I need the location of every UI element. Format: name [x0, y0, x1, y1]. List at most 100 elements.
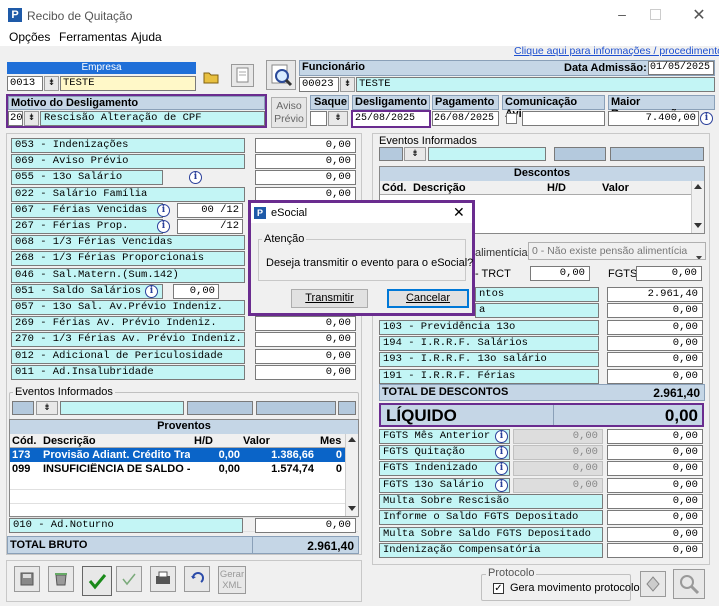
- bottom-row-value[interactable]: 0,00: [607, 543, 703, 559]
- fgts-value[interactable]: 0,00: [636, 266, 702, 281]
- comunicacao-checkbox[interactable]: [506, 113, 517, 124]
- left-row-value[interactable]: 0,00: [255, 364, 356, 380]
- table-row[interactable]: 173 Provisão Adiant. Crédito Trat 0,00 1.38…: [10, 448, 358, 462]
- comunicacao-field[interactable]: [522, 111, 605, 126]
- right-row-value[interactable]: 0,00: [607, 335, 703, 351]
- left-row-value[interactable]: 0,00: [255, 332, 356, 348]
- table-cell: 0: [335, 463, 342, 475]
- fgts-row-label: FGTS Indenizado: [379, 461, 510, 477]
- eventos-right-valor[interactable]: [610, 147, 704, 161]
- search-button[interactable]: [673, 569, 705, 599]
- esocial-dialog: P eSocial ✕ Atenção Deseja transmitir o …: [248, 200, 475, 316]
- right-row-value[interactable]: 0,00: [607, 319, 703, 335]
- left-row-value[interactable]: 0,00: [255, 170, 356, 186]
- close-window-button[interactable]: ✕: [690, 5, 708, 24]
- aviso-previo-button[interactable]: Aviso Prévio: [271, 97, 307, 128]
- left-row-value[interactable]: 0,00: [255, 316, 356, 332]
- table-cell: 1.386,66: [271, 449, 314, 461]
- fgts-row-value[interactable]: 0,00: [607, 477, 703, 493]
- undo-button[interactable]: [184, 566, 210, 592]
- fgts-row-value[interactable]: 0,00: [607, 445, 703, 461]
- confirm-button[interactable]: [82, 566, 112, 596]
- search-icon: [680, 575, 700, 595]
- dialog-close-button[interactable]: ✕: [453, 204, 465, 221]
- info-icon[interactable]: i: [495, 478, 508, 492]
- bottom-row-value[interactable]: 0,00: [607, 526, 703, 542]
- funcionario-lookup-button[interactable]: ⇟: [340, 77, 355, 92]
- info-icon[interactable]: i: [157, 220, 170, 233]
- bottom-row-value[interactable]: 0,00: [607, 494, 703, 509]
- eventos-right-code[interactable]: [379, 147, 403, 161]
- save-button[interactable]: [14, 566, 40, 592]
- eventos-left-lookup[interactable]: ⇟: [36, 401, 58, 415]
- funcionario-code[interactable]: 00023: [299, 77, 339, 92]
- motivo-code[interactable]: 20: [8, 111, 23, 126]
- cancelar-button[interactable]: Cancelar: [387, 289, 469, 308]
- right-row-label: 191 - I.R.R.F. Férias: [379, 368, 599, 384]
- descontos-scrollbar[interactable]: [691, 181, 704, 233]
- maior-remuneracao-info-icon[interactable]: i: [700, 112, 713, 125]
- eventos-right-hd[interactable]: [554, 147, 606, 161]
- trash-icon: [55, 573, 67, 586]
- minimize-button[interactable]: –: [612, 6, 632, 24]
- table-row[interactable]: 099 INSUFICIÊNCIA DE SALDO - CI 0,00 1.574,…: [10, 462, 358, 476]
- fgts-row-value[interactable]: 0,00: [607, 429, 703, 444]
- transmitir-button[interactable]: Transmitir: [291, 289, 368, 308]
- scroll-up-icon-r[interactable]: [694, 184, 702, 189]
- search-employee-button[interactable]: [266, 60, 296, 90]
- eventos-left-valor[interactable]: [256, 401, 336, 415]
- bottom-row-value[interactable]: 0,00: [607, 510, 703, 526]
- eventos-left-mes[interactable]: [338, 401, 356, 415]
- eventos-right-lookup[interactable]: ⇟: [404, 147, 426, 161]
- maior-remuneracao-value[interactable]: 7.400,00: [608, 111, 699, 126]
- total-bruto-divider: [252, 537, 253, 553]
- scroll-down-icon-r[interactable]: [694, 223, 702, 228]
- left-row-value[interactable]: 0,00: [255, 138, 356, 153]
- info-icon[interactable]: i: [157, 203, 170, 217]
- info-icon[interactable]: i: [495, 430, 508, 443]
- saque-dropdown[interactable]: ⇟: [328, 111, 348, 126]
- diamond-button[interactable]: [640, 571, 666, 597]
- eventos-left-code[interactable]: [12, 401, 34, 415]
- right-row-value[interactable]: 2.961,40: [607, 287, 703, 302]
- menu-ferramentas[interactable]: Ferramentas: [59, 30, 127, 44]
- pensao-select[interactable]: 0 - Não existe pensão alimentícia: [528, 242, 706, 260]
- left-row-value[interactable]: 0,00: [255, 348, 356, 364]
- table-cell: 099: [12, 463, 31, 475]
- pagamento-date[interactable]: 26/08/2025: [432, 111, 499, 126]
- menu-ajuda[interactable]: Ajuda: [131, 30, 162, 44]
- scroll-up-icon[interactable]: [348, 437, 356, 442]
- empresa-code[interactable]: 0013: [7, 76, 43, 91]
- admissao-date[interactable]: 01/05/2025: [648, 61, 714, 75]
- print-button[interactable]: [150, 566, 176, 592]
- gerar-xml-button[interactable]: Gerar XML: [218, 566, 246, 594]
- right-row-value[interactable]: 0,00: [607, 303, 703, 319]
- info-link[interactable]: Clique aqui para informações / procedime…: [514, 45, 719, 57]
- dialog-title: eSocial: [271, 207, 308, 219]
- right-row-value[interactable]: 0,00: [607, 368, 703, 384]
- open-folder-button[interactable]: [201, 67, 221, 87]
- protocolo-checkbox[interactable]: ✓: [493, 583, 504, 594]
- right-row-value[interactable]: 0,00: [607, 352, 703, 368]
- trct-label: - TRCT: [475, 268, 511, 280]
- desligamento-date[interactable]: 25/08/2025: [351, 110, 431, 128]
- proventos-scrollbar[interactable]: [345, 434, 358, 516]
- fgts-row-value[interactable]: 0,00: [607, 461, 703, 477]
- scroll-down-icon[interactable]: [348, 506, 356, 511]
- report-button[interactable]: [231, 64, 254, 87]
- check-button[interactable]: [116, 566, 142, 592]
- trct-value[interactable]: 0,00: [530, 266, 590, 281]
- saque-field[interactable]: [310, 111, 327, 126]
- delete-button[interactable]: [48, 566, 74, 592]
- eventos-left-hd[interactable]: [187, 401, 253, 415]
- info-icon[interactable]: i: [145, 284, 158, 298]
- motivo-lookup-button[interactable]: ⇟: [24, 111, 39, 126]
- empresa-lookup-button[interactable]: ⇟: [44, 76, 59, 91]
- left-row-value[interactable]: 0,00: [255, 154, 356, 170]
- pagamento-label: Pagamento: [432, 95, 499, 110]
- table-cell: 1.574,74: [271, 463, 314, 475]
- ad-noturno-value[interactable]: 0,00: [255, 518, 356, 533]
- right-row-label: a: [475, 303, 599, 319]
- maximize-button[interactable]: [650, 9, 661, 20]
- menu-opcoes[interactable]: Opções: [9, 30, 50, 44]
